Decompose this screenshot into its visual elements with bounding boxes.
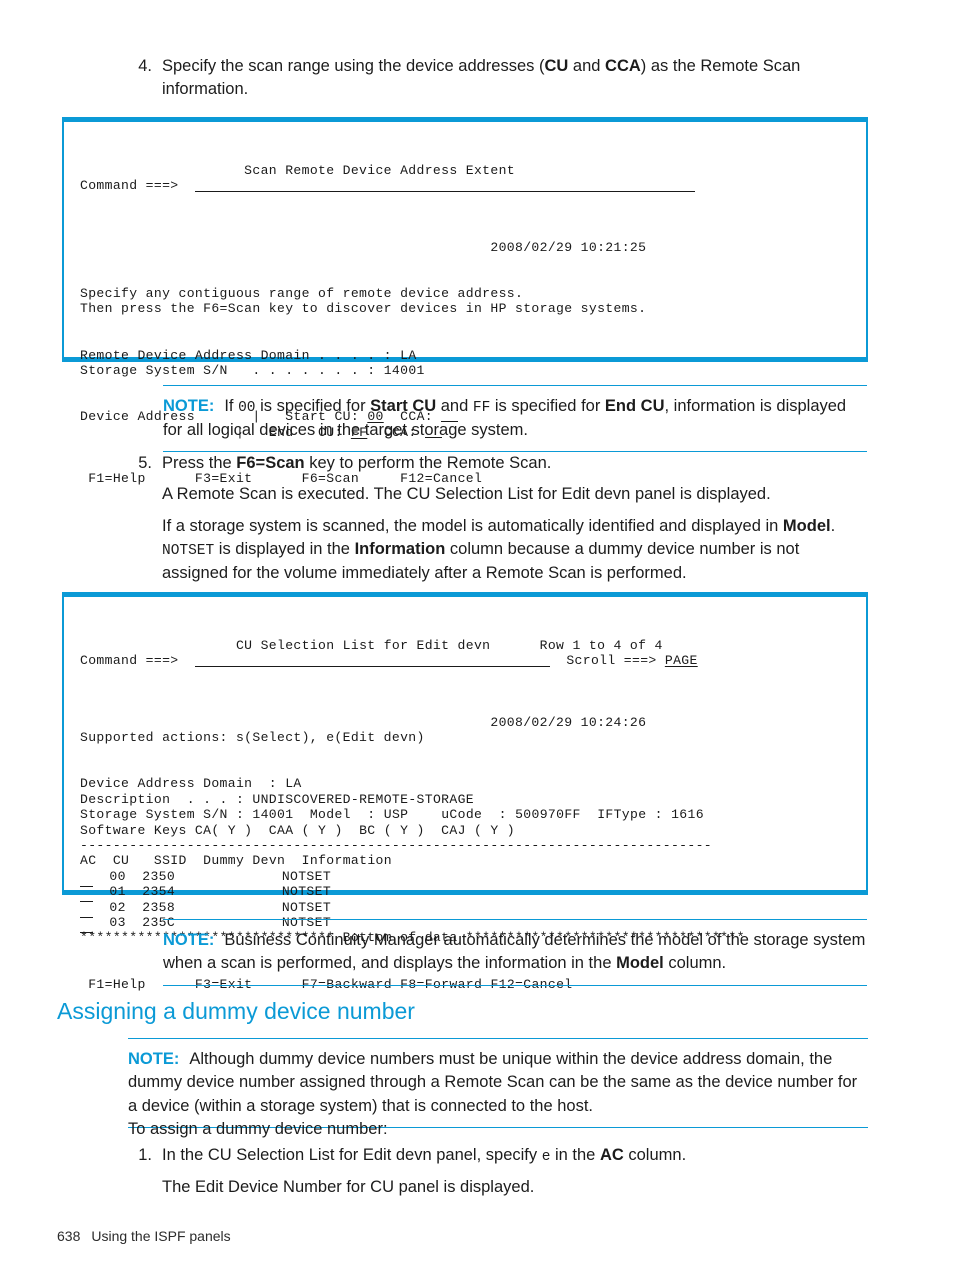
panel1-timestamp-line: 2008/02/29 10:21:25 — [490, 239, 647, 255]
scan-remote-device-address-extent-panel: Scan Remote Device Address Extent Comman… — [62, 117, 868, 486]
row-ac-input[interactable] — [80, 890, 93, 903]
panel1-command-label: Command ===> — [80, 178, 179, 194]
panel2-scroll-value[interactable]: PAGE — [665, 653, 698, 668]
step-4: 4. Specify the scan range using the devi… — [128, 55, 828, 102]
note-business-continuity-manager: NOTE: Business Continuity Manager automat… — [163, 919, 867, 986]
note3-text: Although dummy device numbers must be un… — [128, 1050, 858, 1115]
table-row[interactable]: 01 2354 NOTSET — [80, 884, 331, 903]
panel2-title-line: CU Selection List for Edit devn Row 1 to… — [235, 637, 663, 653]
step-4-text: Specify the scan range using the device … — [162, 55, 828, 102]
table-row[interactable]: 00 2350 NOTSET — [80, 869, 331, 887]
note1-text: If 00 is specified for Start CU and FF i… — [163, 397, 847, 439]
note2-text: Business Continuity Manager automaticall… — [163, 931, 866, 973]
step-5-number: 5. — [138, 454, 152, 472]
step-4-number: 4. — [138, 57, 152, 75]
row-ac-input[interactable] — [80, 906, 93, 918]
table-row[interactable]: 02 2358 NOTSET — [80, 900, 331, 918]
step-5-line-3: If a storage system is scanned, the mode… — [162, 516, 836, 582]
panel1-command-line: Command ===> — [80, 178, 850, 193]
step-4-rich: Specify the scan range using the device … — [162, 57, 801, 99]
panel2-supported-actions: Supported actions: s(Select), e(Edit dev… — [80, 730, 425, 746]
note-dummy-device-numbers-unique: NOTE: Although dummy device numbers must … — [128, 1038, 868, 1129]
panel2-description-line: Description . . . : UNDISCOVERED-REMOTE-… — [80, 791, 474, 807]
note-label: NOTE: — [163, 931, 215, 949]
page-title: Assigning a dummy device number — [57, 998, 415, 1024]
panel1-instruction-2: Then press the F6=Scan key to discover d… — [80, 301, 647, 317]
panel2-separator: ----------------------------------------… — [80, 838, 712, 854]
row-ac-input[interactable] — [80, 921, 93, 934]
step-5-line-2: A Remote Scan is executed. The CU Select… — [162, 485, 771, 504]
panel2-column-headers: AC CU SSID Dummy Devn Information — [80, 853, 392, 869]
panel2-software-keys-line: Software Keys CA( Y ) CAA ( Y ) BC ( Y )… — [80, 822, 516, 838]
fkey-f1-help[interactable]: F1=Help — [88, 977, 145, 992]
page-footer: 638 Using the ISPF panels — [57, 1228, 231, 1244]
footer-section: Using the ISPF panels — [91, 1228, 231, 1244]
step-1-assign: 1. In the CU Selection List for Edit dev… — [128, 1144, 868, 1199]
panel2-row-range: Row 1 to 4 of 4 — [539, 637, 663, 653]
panel1-serial-line: Storage System S/N . . . . . . . : 14001 — [80, 363, 425, 379]
panel2-command-label: Command ===> — [80, 653, 179, 669]
note-label: NOTE: — [163, 397, 215, 415]
panel2-scroll-label: Scroll ===> — [566, 653, 657, 669]
step-5-line-1: Press the F6=Scan key to perform the Rem… — [162, 454, 552, 472]
step-1-text: In the CU Selection List for Edit devn p… — [162, 1146, 687, 1165]
panel2-domain-line: Device Address Domain : LA — [80, 776, 302, 792]
panel1-title: Scan Remote Device Address Extent — [244, 162, 516, 178]
panel2-command-line: Command ===> Scroll ===> PAGE — [80, 653, 850, 668]
cu-selection-list-for-edit-devn-panel: CU Selection List for Edit devn Row 1 to… — [62, 592, 868, 992]
footer-page-number: 638 — [57, 1228, 81, 1244]
panel1-domain-line: Remote Device Address Domain . . . . : L… — [80, 347, 417, 363]
note-label: NOTE: — [128, 1050, 180, 1068]
note-start-cu-end-cu: NOTE: If 00 is specified for Start CU and… — [163, 385, 867, 452]
assign-intro: To assign a dummy device number: — [128, 1120, 388, 1138]
step-1-followup: The Edit Device Number for CU panel is d… — [162, 1177, 535, 1196]
step-5: 5. Press the F6=Scan key to perform the … — [128, 452, 868, 585]
document-page: 4. Specify the scan range using the devi… — [0, 0, 954, 1271]
step-1-number: 1. — [138, 1146, 152, 1164]
panel1-command-input[interactable] — [194, 178, 695, 193]
panel1-instruction-1: Specify any contiguous range of remote d… — [80, 286, 524, 302]
panel2-storage-line: Storage System S/N : 14001 Model : USP u… — [80, 807, 704, 823]
panel2-timestamp-line: 2008/02/29 10:24:26 — [490, 714, 647, 730]
panel2-command-input[interactable] — [194, 653, 550, 668]
row-ac-input[interactable] — [80, 875, 93, 887]
